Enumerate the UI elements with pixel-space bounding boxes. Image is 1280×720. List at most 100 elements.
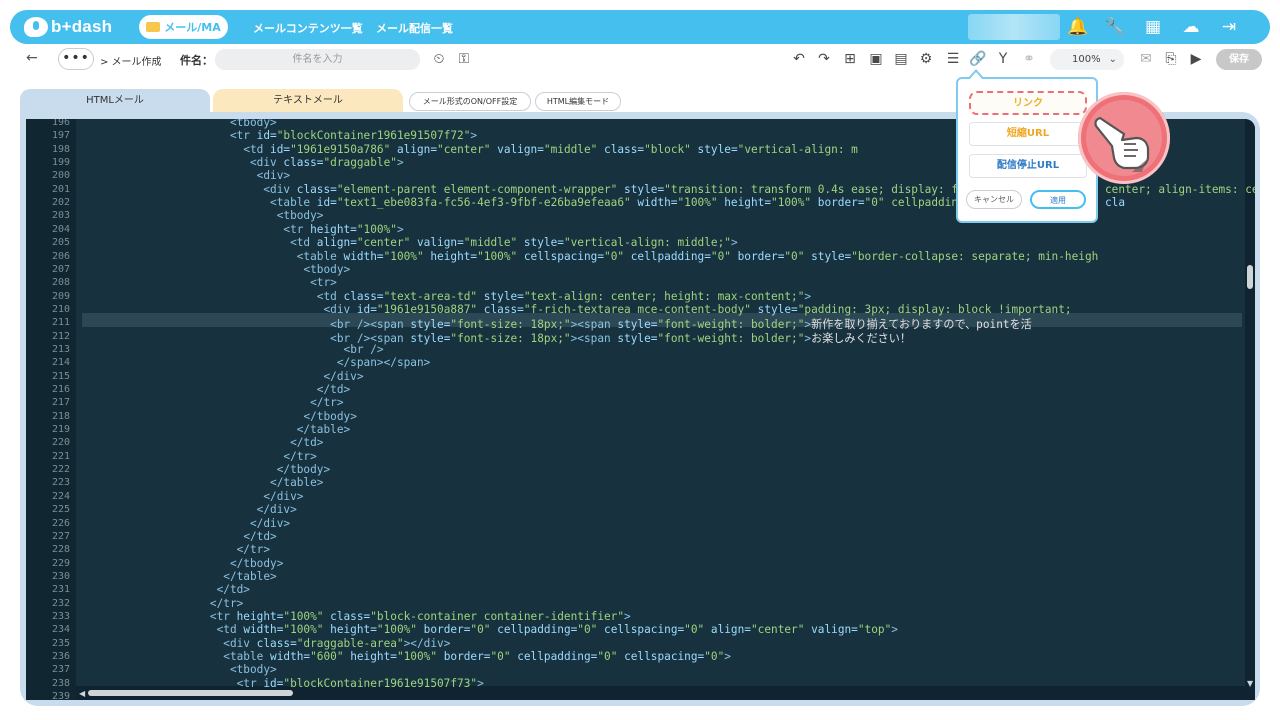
code-line[interactable]: </td> [217,583,250,596]
schedule-clock-icon[interactable]: ⏲ [430,50,448,68]
code-line[interactable]: <tr height="100%"> [283,223,403,236]
code-line[interactable]: <tr height="100%" class="block-container… [210,610,631,623]
scroll-down-arrow-icon[interactable]: ▼ [1247,679,1253,688]
code-line[interactable]: </table> [270,476,323,489]
module-label: メール/MA [164,21,221,34]
code-line[interactable]: <td align="center" valign="middle" style… [290,236,738,249]
code-line[interactable]: <table width="600" height="100%" border=… [223,650,731,663]
code-token: <tbody> [229,663,277,677]
code-line[interactable]: </tr> [310,396,343,409]
code-line[interactable]: <td width="100%" height="100%" border="0… [217,623,898,636]
code-line[interactable]: </td> [317,383,350,396]
code-token: class= [256,636,297,650]
code-token: <td [216,623,244,637]
link-icon[interactable]: 🔗 [969,50,987,68]
document-search-icon[interactable]: ⎘ [1162,50,1180,68]
branch-icon[interactable]: Y [994,50,1012,68]
code-line[interactable]: </div> [250,517,290,530]
code-line[interactable]: </table> [223,570,276,583]
code-line[interactable]: </td> [290,436,323,449]
nav-mail-content-list[interactable]: メールコンテンツ一覧 [253,20,363,36]
link-option-button[interactable]: リンク [969,91,1087,115]
code-line[interactable]: <table width="100%" height="100%" cellsp… [297,250,1099,263]
wrench-icon[interactable]: 🔧 [1104,17,1125,37]
unlink-icon[interactable]: ⚭ [1020,50,1038,68]
code-line[interactable]: <div> [257,169,290,182]
grid-menu-icon[interactable]: ▦ [1143,17,1163,37]
settings-gear-icon[interactable]: ⚙ [917,50,935,68]
unsubscribe-url-option-button[interactable]: 配信停止URL [969,154,1087,178]
support-chat-icon[interactable]: ☁ [1181,17,1201,37]
code-token: style= [410,331,451,345]
subject-input[interactable] [215,49,420,70]
code-token: "center" [750,623,805,637]
code-line[interactable]: <div class="draggable-area"></div> [223,637,450,650]
zoom-select[interactable]: 100% ⌄ [1050,49,1124,70]
play-preview-icon[interactable]: ▶ [1187,50,1205,68]
vertical-scrollbar[interactable] [1245,119,1255,700]
popup-cancel-button[interactable]: キャンセル [966,190,1022,209]
line-number: 211 [51,317,70,329]
code-line[interactable]: </div> [263,490,303,503]
code-line[interactable]: </tr> [237,543,270,556]
vertical-scroll-thumb[interactable] [1247,265,1253,289]
nav-mail-delivery-list[interactable]: メール配信一覧 [376,20,453,36]
code-token: <td [290,236,317,250]
code-line[interactable]: <td id="1961e9150a786" align="center" va… [243,143,858,156]
code-line[interactable]: <tbody> [303,263,350,276]
code-line[interactable]: </tbody> [303,410,356,423]
code-line[interactable]: </tr> [283,450,316,463]
mail-preview-icon[interactable]: ✉ [1137,50,1155,68]
bell-icon[interactable]: 🔔 [1067,17,1088,37]
code-line[interactable]: <tr id="blockContainer1961e91507f73"> [237,677,484,690]
code-line[interactable]: </span></span> [337,356,431,369]
line-number: 239 [51,691,70,700]
code-line[interactable]: </tbody> [277,463,330,476]
code-line[interactable]: </tbody> [230,557,283,570]
code-line[interactable]: <tbody> [277,209,324,222]
logout-icon[interactable]: ⇥ [1219,17,1239,37]
redo-icon[interactable]: ↷ [815,50,833,68]
code-line[interactable]: <div id="1961e9150a887" class="f-rich-te… [323,303,1071,316]
popup-apply-button[interactable]: 適用 [1030,190,1086,209]
horizontal-scroll-thumb[interactable] [88,690,293,696]
code-line[interactable]: <tbody> [230,119,277,129]
code-line[interactable]: <div class="element-parent element-compo… [263,183,1255,196]
module-mail-ma-button[interactable]: メール/MA [139,15,228,39]
scroll-left-arrow-icon[interactable]: ◀ [79,689,85,698]
pointing-hand-icon [1094,116,1150,172]
code-line[interactable]: <div class="draggable"> [250,156,404,169]
code-line[interactable]: </div> [323,370,363,383]
code-token: <div [323,302,357,316]
code-token: お楽しみください！ [811,331,911,345]
code-line[interactable]: <tr id="blockContainer1961e91507f72"> [230,129,477,142]
code-line[interactable]: <tr> [310,276,337,289]
code-line[interactable]: </table> [297,423,350,436]
code-token: "0" [577,623,598,637]
code-line[interactable]: <td class="text-area-td" style="text-ali… [317,290,811,303]
short-url-option-button[interactable]: 短縮URL [969,122,1087,146]
code-line[interactable]: </td> [243,530,276,543]
mail-format-toggle-button[interactable]: メール形式のON/OFF設定 [409,92,531,111]
code-line[interactable]: </div> [257,503,297,516]
add-block-icon[interactable]: ⊞ [841,50,859,68]
undo-icon[interactable]: ↶ [790,50,808,68]
code-line[interactable]: </tr> [210,597,243,610]
key-settings-icon[interactable]: ⚿ [455,50,473,68]
logo-mark-icon [24,17,48,37]
image-icon[interactable]: ▣ [867,50,885,68]
html-edit-mode-button[interactable]: HTML編集モード [535,92,621,111]
tab-text-mail[interactable]: テキストメール [213,89,403,113]
save-button[interactable]: 保存 [1216,49,1262,70]
back-arrow-icon[interactable]: ← [26,50,38,66]
database-icon[interactable]: ☰ [944,50,962,68]
code-line[interactable]: <br /> [344,343,384,356]
code-line[interactable]: <br /><span style="font-size: 18px;"><sp… [330,330,911,346]
code-token: "font-weight: bolder;" [657,331,805,345]
calendar-icon[interactable]: ▤ [892,50,910,68]
tab-html-mail[interactable]: HTMLメール [20,89,210,113]
code-line[interactable]: <tbody> [230,663,277,676]
bdash-logo[interactable]: b+dash [24,16,112,38]
code-token: "middle" [543,142,598,156]
more-options-button[interactable]: ••• [58,48,94,70]
